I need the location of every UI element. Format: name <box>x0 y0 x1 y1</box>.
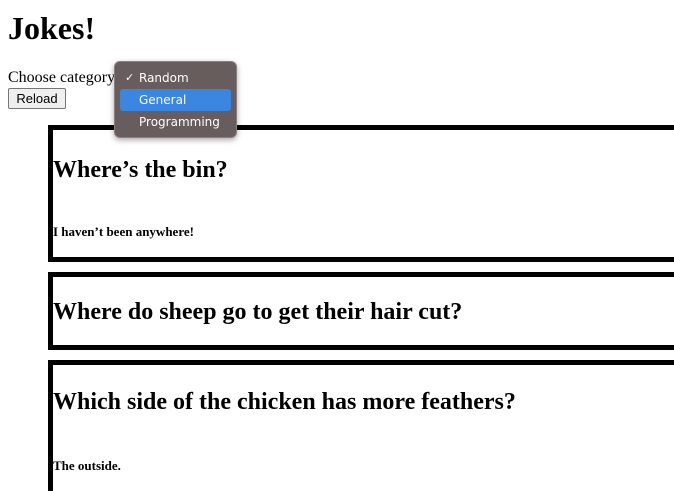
dropdown-option-label: General <box>139 93 187 107</box>
joke-punchline: The outside. <box>53 458 121 473</box>
joke-punchline: I haven’t been anywhere! <box>53 224 194 239</box>
dropdown-option-label: Random <box>139 71 189 85</box>
joke-setup: Where’s the bin? <box>53 157 228 183</box>
category-dropdown-menu: ✓ Random General Programming <box>114 61 237 138</box>
page-title: Jokes! <box>8 10 96 46</box>
joke-setup: Where do sheep go to get their hair cut? <box>53 299 463 325</box>
joke-card: Where’s the bin? I haven’t been anywhere… <box>48 125 674 262</box>
category-label: Choose category <box>8 69 116 86</box>
joke-setup: Which side of the chicken has more feath… <box>53 389 516 415</box>
joke-card: Where do sheep go to get their hair cut? <box>48 272 674 350</box>
reload-button[interactable]: Reload <box>8 88 66 109</box>
checkmark-icon: ✓ <box>125 71 135 84</box>
dropdown-option-label: Programming <box>139 115 220 129</box>
dropdown-option-random[interactable]: ✓ Random <box>120 67 231 89</box>
joke-card: Which side of the chicken has more feath… <box>48 360 674 491</box>
dropdown-option-programming[interactable]: Programming <box>120 111 231 133</box>
dropdown-option-general[interactable]: General <box>120 89 231 111</box>
